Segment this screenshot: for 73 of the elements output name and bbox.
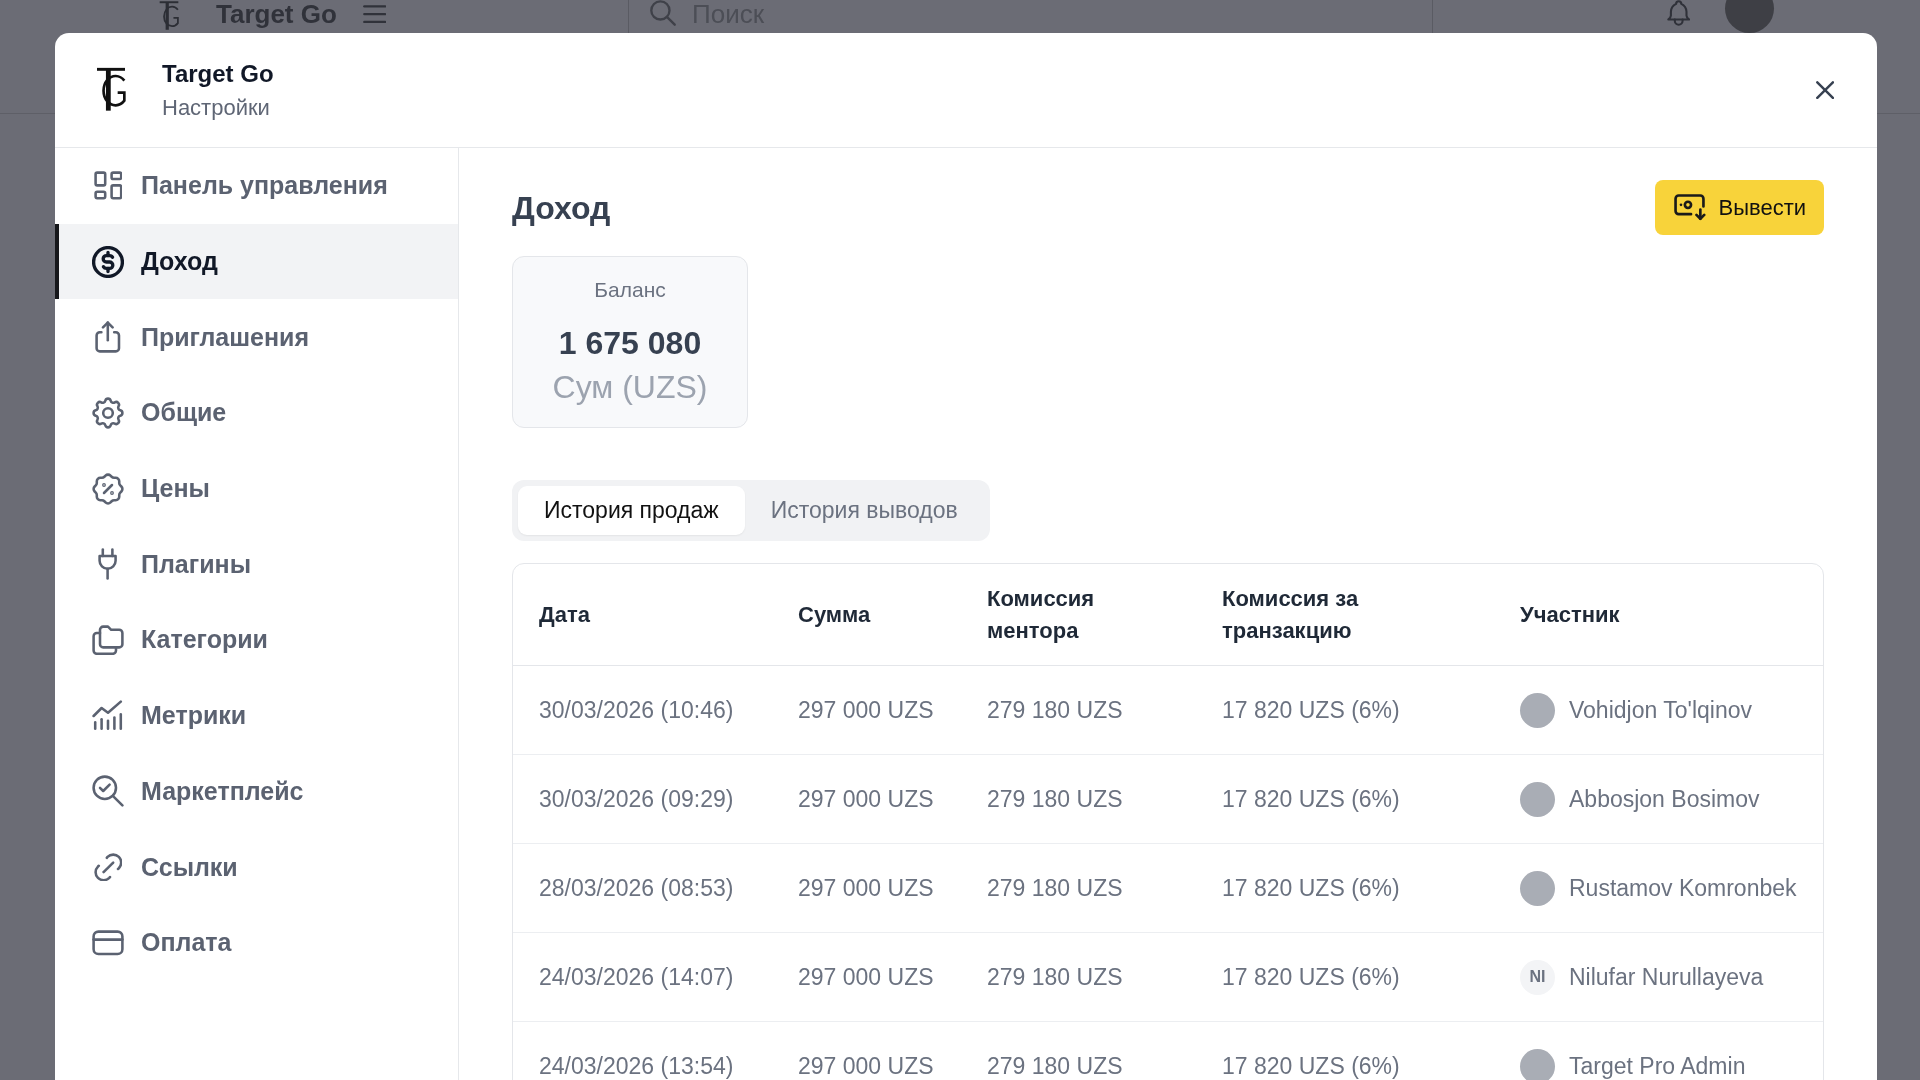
sidebar-item[interactable]: Оплата (55, 904, 458, 981)
bar-chart-icon (92, 700, 124, 732)
participant-name: Rustamov Komronbek (1569, 874, 1797, 902)
avatar-placeholder (1520, 781, 1555, 817)
search-icon (650, 0, 676, 26)
credit-card-icon (92, 929, 124, 956)
withdraw-button[interactable]: Вывести (1654, 180, 1824, 235)
sidebar-item[interactable]: Ссылки (55, 829, 458, 905)
modal-title: Target Go (162, 59, 274, 89)
participant-name: Vohidjon To'lqinov (1569, 696, 1752, 724)
table-cell: 279 180 UZS (987, 696, 1123, 724)
table-cell: 279 180 UZS (987, 874, 1123, 902)
participant-name: Target Pro Admin (1569, 1052, 1746, 1080)
sidebar-item[interactable]: Плагины (55, 526, 458, 603)
avatar-placeholder (1520, 870, 1555, 906)
column-header: Комиссия за транзакцию (1222, 584, 1360, 645)
logo-icon (95, 66, 127, 114)
table-cell: 297 000 UZS (798, 874, 934, 902)
sidebar-item[interactable]: Панель управления (55, 148, 458, 224)
table-cell: 17 820 UZS (6%) (1222, 963, 1400, 991)
table-cell: 297 000 UZS (798, 963, 934, 991)
table-cell: 297 000 UZS (798, 696, 934, 724)
balance-currency: Сум (UZS) (552, 368, 708, 406)
table-cell: 28/03/2026 (08:53) (539, 874, 734, 902)
avatar-placeholder (1520, 692, 1555, 728)
initials-avatar: NI (1520, 959, 1555, 995)
sidebar-item[interactable]: Категории (55, 602, 458, 678)
avatar-placeholder (1520, 1048, 1555, 1080)
tab[interactable]: История выводов (744, 486, 984, 535)
sidebar-item[interactable]: Маркетплейс (55, 753, 458, 830)
table-cell: 279 180 UZS (987, 1052, 1123, 1080)
sidebar-item[interactable]: Общие (55, 375, 458, 451)
sidebar-item[interactable]: Доход (55, 223, 458, 300)
balance-label: Баланс (594, 277, 666, 302)
table-cell: 17 820 UZS (6%) (1222, 874, 1400, 902)
close-icon (1815, 80, 1834, 100)
table-cell: 17 820 UZS (6%) (1222, 696, 1400, 724)
participant-name: Abbosjon Bosimov (1569, 785, 1760, 813)
column-header: Сумма (798, 600, 871, 629)
discount-badge-icon (92, 472, 124, 505)
page-title: Доход (512, 188, 611, 228)
table-cell: 30/03/2026 (10:46) (539, 696, 734, 724)
table-cell: 297 000 UZS (798, 1052, 934, 1080)
sidebar-item[interactable]: Цены (55, 450, 458, 527)
cash-icon (1673, 194, 1707, 221)
menu-icon[interactable] (362, 5, 387, 24)
participant-name: Nilufar Nurullayeva (1569, 963, 1764, 991)
tab[interactable]: История продаж (518, 486, 745, 535)
table-cell: 17 820 UZS (6%) (1222, 785, 1400, 813)
column-header: Комиссия ментора (987, 584, 1096, 645)
table-cell: 297 000 UZS (798, 785, 934, 813)
table-cell: 24/03/2026 (13:54) (539, 1052, 734, 1080)
table-cell: 17 820 UZS (6%) (1222, 1052, 1400, 1080)
logo-icon[interactable] (158, 0, 180, 32)
sidebar-item[interactable]: Приглашения (55, 299, 458, 376)
plug-icon (98, 548, 118, 581)
upload-icon (95, 321, 121, 354)
table-cell: 279 180 UZS (987, 785, 1123, 813)
dashboard-icon (93, 171, 123, 201)
column-header: Дата (539, 600, 590, 629)
table-cell: 279 180 UZS (987, 963, 1123, 991)
table-cell: 24/03/2026 (14:07) (539, 963, 734, 991)
search-check-icon (92, 775, 124, 808)
column-header: Участник (1520, 600, 1620, 629)
balance-amount: 1 675 080 (558, 324, 702, 362)
app-name: Target Go (216, 0, 337, 28)
settings-icon (92, 396, 124, 429)
link-icon (93, 852, 123, 882)
modal-subtitle: Настройки (162, 94, 271, 122)
bell-icon[interactable] (1666, 0, 1690, 26)
sidebar-item[interactable]: Метрики (55, 677, 458, 754)
table-cell: 30/03/2026 (09:29) (539, 785, 734, 813)
folders-icon (92, 624, 124, 656)
